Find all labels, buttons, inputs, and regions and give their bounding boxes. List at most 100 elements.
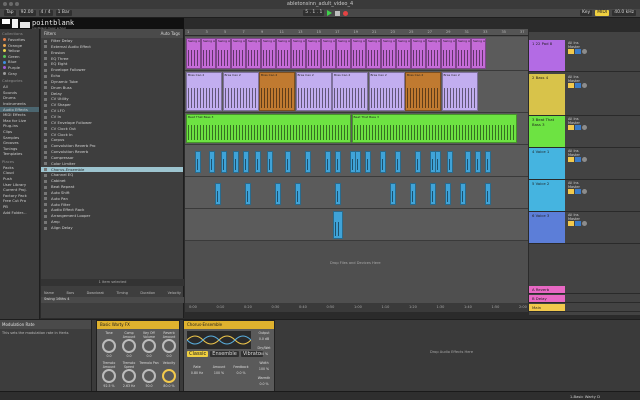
track-header[interactable]: 3 Beat That Bass 3 All Ins Master [529,116,640,148]
clip[interactable] [335,183,341,205]
clip[interactable] [333,211,343,239]
macro-knob[interactable] [142,369,156,383]
clip[interactable]: Bras Cao 2 [186,72,222,111]
clip[interactable] [209,151,215,173]
clip[interactable] [365,151,371,173]
macro-knob[interactable] [102,339,116,353]
play-icon[interactable] [327,10,333,16]
clip[interactable] [255,151,261,173]
clip[interactable]: Swing Alg [216,38,231,69]
clip[interactable] [275,183,281,205]
clip[interactable] [390,183,396,205]
clip[interactable] [215,183,221,205]
track-name[interactable]: 6 Voice 3 [529,212,565,243]
clip[interactable]: Swing Alg [456,38,471,69]
clip[interactable] [325,151,331,173]
clip[interactable]: Bras Cao 2 [222,72,259,111]
mode-button[interactable]: Classic [187,351,209,357]
arm-button[interactable] [582,221,587,226]
macro-knob[interactable] [122,339,136,353]
track-name[interactable]: 2 Bass 4 [529,74,565,115]
place-add-folder-[interactable]: Add Folder... [0,210,39,216]
return-track-header[interactable]: A Reverb [529,286,640,294]
clip[interactable] [355,151,361,173]
clip[interactable]: Swing Alg [471,38,486,69]
device-title[interactable]: Chorus-Ensemble [184,321,274,329]
clip[interactable] [233,151,239,173]
clip[interactable]: Bras Cao 2 [332,72,368,111]
clip[interactable] [465,151,471,173]
meter-field[interactable]: 4 / 4 [38,10,53,16]
chorus-param-value[interactable]: 0.0 % [254,382,274,386]
filters-label[interactable]: Filters [44,31,56,36]
macro-knob[interactable] [162,339,176,353]
track-name[interactable]: 4 Voice 1 [529,148,565,179]
clip[interactable] [380,151,386,173]
clip[interactable] [410,183,416,205]
chorus-param-value[interactable]: 50 % [254,352,274,356]
clip[interactable]: Swing Alg [231,38,246,69]
clip[interactable] [395,151,401,173]
return-track-name[interactable]: Main [529,304,565,311]
solo-button[interactable] [575,221,581,226]
chorus-param-value[interactable]: 100 % [254,367,274,371]
track-name[interactable]: 3 Beat That Bass 3 [529,116,565,147]
track-name[interactable]: 5 Voice 2 [529,180,565,211]
time-ruler[interactable]: 0:00 0:10 0:20 0:30 0:40 0:50 1:00 1:10 1:20 1:30… [185,303,528,312]
solo-button[interactable] [575,157,581,162]
clip[interactable]: Swing Alg [291,38,306,69]
track-name[interactable]: 1 22 Pad 8 [529,40,565,71]
clip[interactable]: Swing Alg [306,38,321,69]
browser-item[interactable]: Align Delay [41,225,183,231]
track-header[interactable]: 6 Voice 3 All Ins Master [529,212,640,244]
clip[interactable] [243,151,249,173]
device-title[interactable]: Basic Warty FX [97,321,179,329]
track-header[interactable]: 4 Voice 1 All Ins Master [529,148,640,180]
clip[interactable] [195,151,201,173]
clip[interactable]: Bras Cao 2 [368,72,405,111]
macro-knob[interactable] [102,369,116,383]
macro-knob[interactable] [162,369,176,383]
clip[interactable] [475,151,481,173]
macro-knob[interactable] [122,369,136,383]
quantize-menu[interactable]: 1 Bar [55,10,72,16]
solo-button[interactable] [575,49,581,54]
stop-icon[interactable] [335,10,341,16]
clip[interactable]: Bras Cao 2 [405,72,441,111]
tempo-field[interactable]: 92.00 [18,10,36,16]
clip[interactable]: Swing Alg [396,38,411,69]
track-header[interactable]: 5 Voice 2 All Ins Master [529,180,640,212]
clip[interactable]: Swing Alg [321,38,336,69]
clip[interactable] [485,151,491,173]
clip[interactable]: Swing Alg [426,38,441,69]
clip[interactable]: Beat That Bass 3 [186,114,351,143]
clip[interactable] [335,151,341,173]
chorus-param-value[interactable]: 0.80 Hz [187,371,207,375]
clip[interactable]: Swing Alg [381,38,396,69]
chorus-param-value[interactable]: 100 % [209,371,229,375]
chorus-param-value[interactable]: 0.0 dB [254,337,274,341]
return-track-header[interactable]: Main [529,304,640,312]
clip[interactable] [447,151,453,173]
position-field[interactable]: 5 . 1 . 1 [303,10,325,16]
solo-button[interactable] [575,189,581,194]
clip[interactable] [245,183,251,205]
clip[interactable] [485,183,491,205]
record-icon[interactable] [343,10,349,16]
clip[interactable]: Swing Alg [246,38,261,69]
track-activator-button[interactable] [568,189,574,194]
clip[interactable] [295,183,301,205]
clip[interactable]: Swing Alg [336,38,351,69]
clip[interactable] [267,151,273,173]
key-map-button[interactable]: Key [580,10,593,16]
return-track-name[interactable]: A Reverb [529,286,565,293]
clip[interactable]: Bras Cao 2 [441,72,478,111]
clip[interactable]: Swing Alg [366,38,381,69]
tap-button[interactable]: Tap [4,10,16,16]
chorus-param-value[interactable]: 0.0 % [231,371,251,375]
return-track-name[interactable]: B Delay [529,295,565,302]
midi-map-button[interactable]: MIDI [595,10,610,16]
clip[interactable]: Bras Cao 2 [259,72,295,111]
clip[interactable] [445,183,451,205]
track-header[interactable]: 1 22 Pad 8 All Ins Master [529,40,640,72]
